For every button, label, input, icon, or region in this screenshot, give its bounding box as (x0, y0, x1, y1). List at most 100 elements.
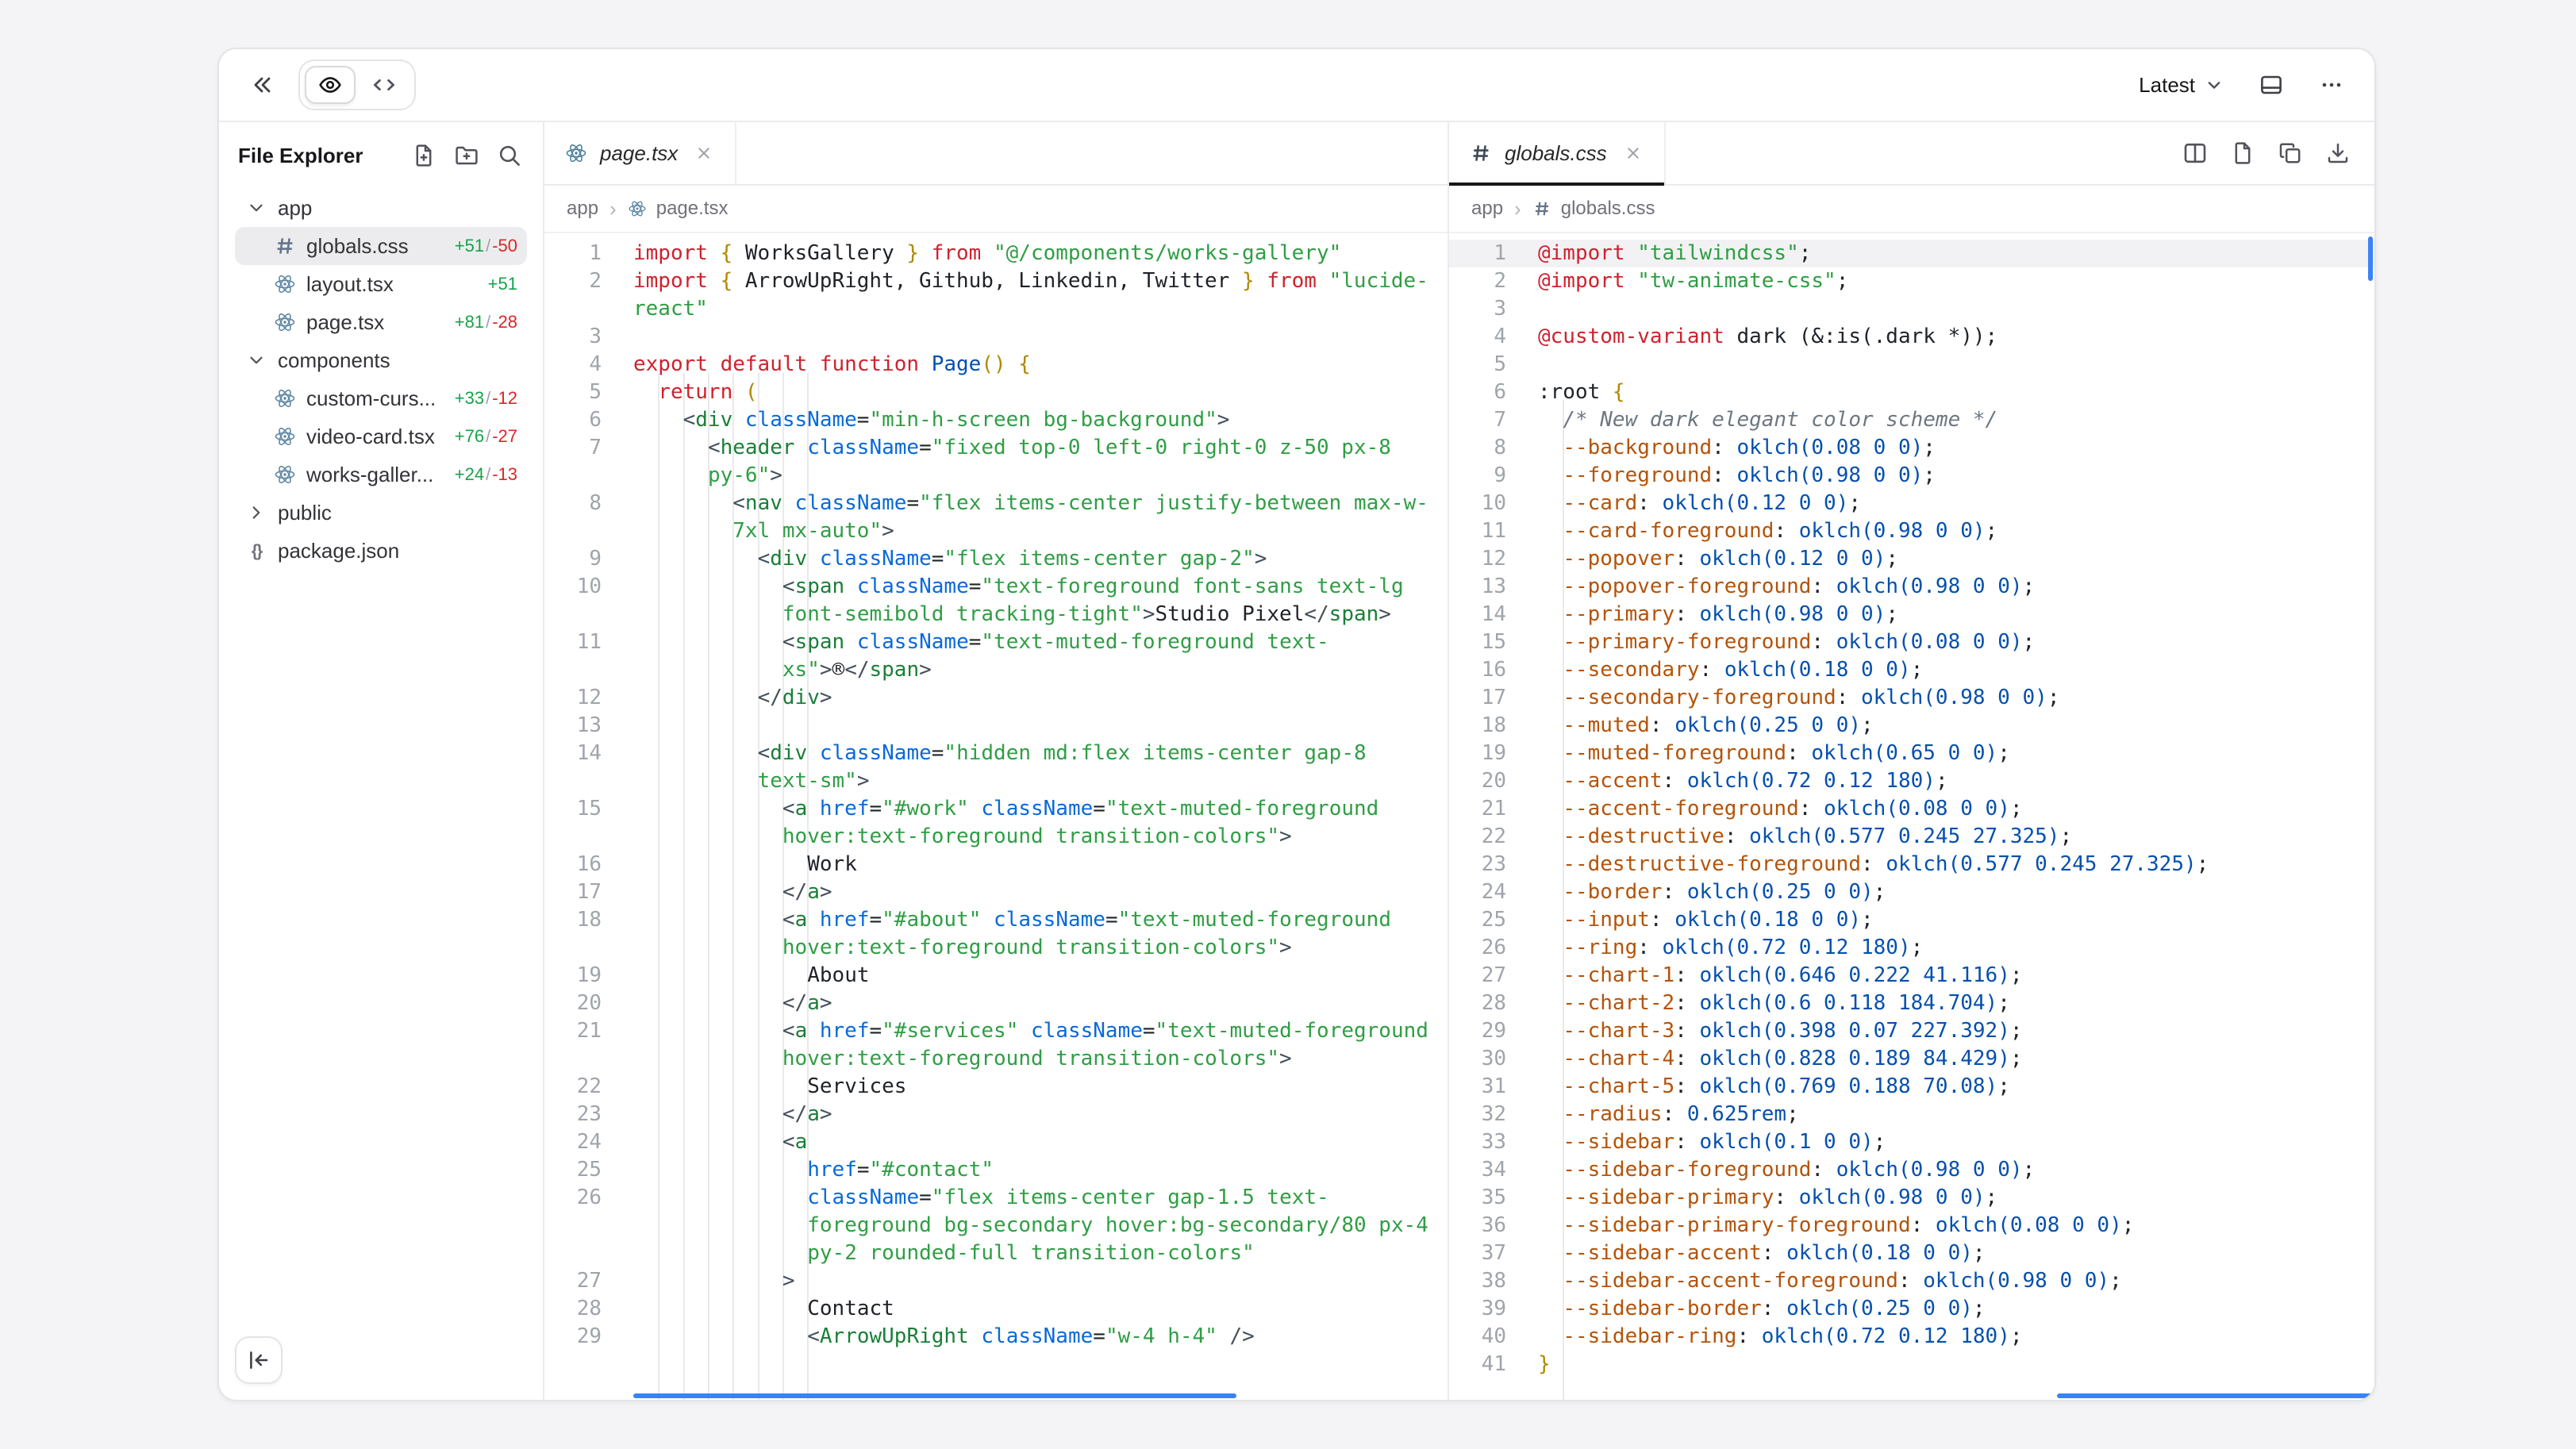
split-view-button[interactable] (2174, 133, 2216, 174)
file-package-json[interactable]: {}package.json (235, 532, 527, 570)
code-text: --muted-foreground: oklch(0.65 0 0); (1538, 740, 2374, 767)
breadcrumb-separator-icon: › (1514, 197, 1521, 221)
code-text: <div className="hidden md:flex items-cen… (633, 740, 1448, 795)
hash-icon (1470, 142, 1492, 164)
code-line-30: 30--chart-4: oklch(0.828 0.189 84.429); (1449, 1045, 2374, 1073)
close-tab-icon[interactable] (1623, 143, 1644, 163)
code-text: </a> (633, 878, 1448, 906)
collapse-panel-button[interactable] (238, 61, 286, 109)
code-lines: 1import { WorksGallery } from "@/compone… (544, 240, 1448, 1351)
line-number: 22 (1449, 823, 1506, 851)
code-line-11: 11--card-foreground: oklch(0.98 0 0); (1449, 517, 2374, 545)
version-dropdown[interactable]: Latest (2129, 67, 2235, 104)
code-text: <header className="fixed top-0 left-0 ri… (633, 434, 1448, 490)
code-text: <nav className="flex items-center justif… (633, 490, 1448, 545)
code-text: --input: oklch(0.18 0 0); (1538, 906, 2374, 934)
line-number: 15 (544, 795, 602, 851)
file-video-card-tsx[interactable]: video-card.tsx +76/-27 (235, 417, 527, 455)
line-number: 41 (1449, 1351, 1506, 1378)
code-line-5: 5return ( (544, 379, 1448, 406)
tab-bar-right: globals.css (1449, 122, 2374, 186)
code-line-23: 23--destructive-foreground: oklch(0.577 … (1449, 851, 2374, 878)
line-number: 31 (1449, 1073, 1506, 1101)
line-number: 25 (544, 1156, 602, 1184)
line-number: 13 (1449, 573, 1506, 601)
folder-app[interactable]: app (235, 189, 527, 227)
line-number: 16 (1449, 656, 1506, 684)
code-text: <a href="#work" className="text-muted-fo… (633, 795, 1448, 851)
code-text: --primary-foreground: oklch(0.08 0 0); (1538, 628, 2374, 656)
tab-globals-css[interactable]: globals.css (1449, 122, 1666, 184)
line-number: 3 (1449, 295, 1506, 323)
line-number: 24 (544, 1128, 602, 1156)
react-icon (273, 386, 297, 410)
vertical-scrollbar[interactable] (2368, 236, 2373, 281)
braces-icon: {} (244, 539, 268, 563)
code-line-4: 4@custom-variant dark (&:is(.dark *)); (1449, 323, 2374, 351)
code-line-32: 32--radius: 0.625rem; (1449, 1101, 2374, 1128)
code-text: > (633, 1267, 1448, 1295)
breadcrumb-separator-icon: › (609, 197, 617, 221)
line-number: 23 (544, 1101, 602, 1128)
close-tab-icon[interactable] (694, 143, 714, 163)
code-text: --sidebar-accent: oklch(0.18 0 0); (1538, 1240, 2374, 1267)
code-line-22: 22--destructive: oklch(0.577 0.245 27.32… (1449, 823, 2374, 851)
code-line-7: 7<header className="fixed top-0 left-0 r… (544, 434, 1448, 490)
line-number: 13 (544, 712, 602, 740)
code-line-4: 4export default function Page() { (544, 351, 1448, 379)
line-number: 29 (544, 1323, 602, 1351)
file-globals-css[interactable]: globals.css+51/-50 (235, 227, 527, 265)
file-works-galler[interactable]: works-galler...+24/-13 (235, 455, 527, 494)
breadcrumb-folder: app (567, 198, 598, 220)
line-number: 21 (544, 1017, 602, 1073)
copy-icon (2278, 140, 2303, 166)
collapse-sidebar-button[interactable] (235, 1336, 283, 1384)
new-folder-button[interactable] (452, 141, 481, 170)
code-line-22: 22Services (544, 1073, 1448, 1101)
code-line-9: 9--foreground: oklch(0.98 0 0); (1449, 462, 2374, 490)
file-layout-tsx[interactable]: layout.tsx+51 (235, 265, 527, 303)
line-number: 9 (544, 545, 602, 573)
react-icon (565, 142, 587, 164)
tab-page-tsx[interactable]: page.tsx (544, 122, 736, 184)
line-number: 27 (1449, 962, 1506, 990)
code-text: --popover-foreground: oklch(0.98 0 0); (1538, 573, 2374, 601)
horizontal-scrollbar[interactable] (2057, 1393, 2374, 1398)
open-file-button[interactable] (2222, 133, 2263, 174)
chevron-down-icon (244, 348, 268, 372)
file-explorer-panel: File Explorer appglobals.css+51/-50layou… (219, 122, 544, 1400)
tree-item-label: video-card.tsx (306, 425, 445, 449)
more-menu-button[interactable] (2308, 61, 2355, 109)
folder-public[interactable]: public (235, 494, 527, 532)
panel-layout-button[interactable] (2247, 61, 2295, 109)
line-number: 6 (544, 406, 602, 434)
code-text: --chart-1: oklch(0.646 0.222 41.116); (1538, 962, 2374, 990)
copy-code-button[interactable] (2270, 133, 2311, 174)
diff-stats: +24/-13 (455, 464, 517, 485)
line-number: 14 (1449, 601, 1506, 628)
code-line-19: 19--muted-foreground: oklch(0.65 0 0); (1449, 740, 2374, 767)
line-number: 40 (1449, 1323, 1506, 1351)
search-icon (497, 143, 522, 168)
file-explorer-title: File Explorer (238, 144, 395, 168)
code-line-33: 33--sidebar: oklch(0.1 0 0); (1449, 1128, 2374, 1156)
code-text: } (1538, 1351, 2374, 1378)
tree-item-label: page.tsx (306, 310, 445, 335)
folder-components[interactable]: components (235, 341, 527, 379)
code-line-16: 16Work (544, 851, 1448, 878)
code-line-28: 28--chart-2: oklch(0.6 0.118 184.704); (1449, 990, 2374, 1017)
diff-stats: +76/-27 (455, 426, 517, 447)
new-file-button[interactable] (409, 141, 438, 170)
line-number: 1 (1449, 240, 1506, 267)
diff-stats: +51 (488, 274, 517, 294)
download-button[interactable] (2317, 133, 2359, 174)
code-toggle-button[interactable] (359, 66, 409, 104)
search-files-button[interactable] (495, 141, 524, 170)
preview-toggle-button[interactable] (305, 66, 356, 104)
file-custom-curs[interactable]: custom-curs...+33/-12 (235, 379, 527, 417)
horizontal-scrollbar[interactable] (633, 1393, 1236, 1398)
top-toolbar: Latest (219, 49, 2374, 122)
code-line-6: 6:root { (1449, 379, 2374, 406)
code-text: export default function Page() { (633, 351, 1448, 379)
file-page-tsx[interactable]: page.tsx+81/-28 (235, 303, 527, 341)
